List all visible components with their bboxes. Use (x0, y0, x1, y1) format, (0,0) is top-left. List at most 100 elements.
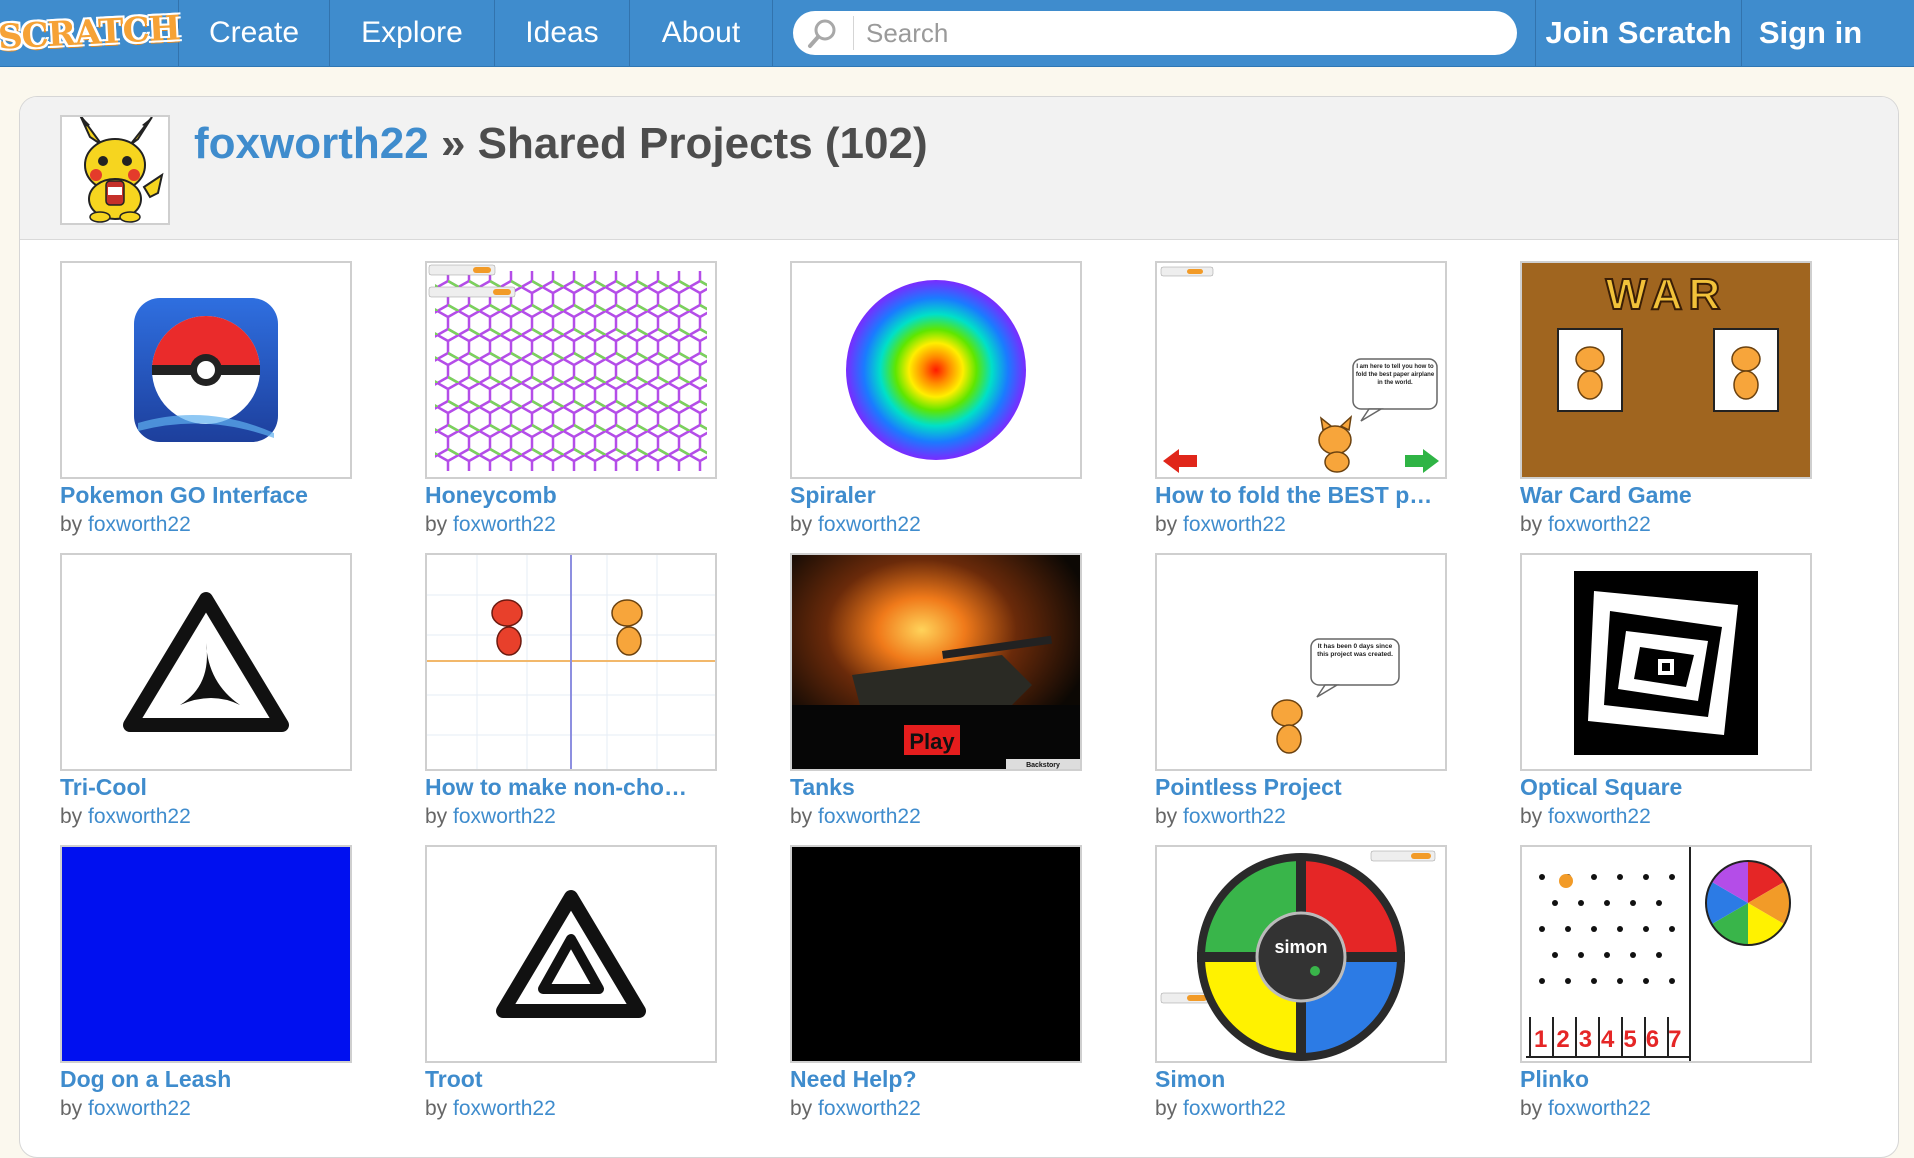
plinko-numbers-text: 1234567 (1534, 1026, 1690, 1053)
search-input[interactable] (864, 16, 1468, 50)
project-thumbnail[interactable]: I am here to tell you how to fold the be… (1155, 261, 1447, 479)
content-box: foxworth22 » Shared Projects (102) Pokem… (19, 96, 1899, 1158)
project-thumbnail[interactable]: WAR (1520, 261, 1812, 479)
username-link[interactable]: foxworth22 (194, 119, 429, 168)
by-label: by (1520, 1097, 1543, 1120)
project-title-link[interactable]: Optical Square (1520, 774, 1812, 801)
by-label: by (1520, 513, 1543, 536)
project-thumbnail[interactable] (60, 553, 352, 771)
owner-link[interactable]: foxworth22 (818, 1097, 921, 1120)
search-box[interactable] (793, 11, 1517, 55)
project-thumbnail[interactable]: 1234567 (1520, 845, 1812, 1063)
nav-create[interactable]: Create (179, 0, 330, 66)
project-title-link[interactable]: Honeycomb (425, 482, 717, 509)
project-thumbnail[interactable]: It has been 0 days since this project wa… (1155, 553, 1447, 771)
project-title-link[interactable]: Tri-Cool (60, 774, 352, 801)
project-thumbnail[interactable]: Play Backstory (790, 553, 1082, 771)
sign-in-link[interactable]: Sign in (1742, 0, 1879, 66)
owner-link[interactable]: foxworth22 (88, 513, 191, 536)
project-thumbnail[interactable] (60, 845, 352, 1063)
project-card: simon Simon by foxworth22 (1155, 845, 1447, 1121)
project-title-link[interactable]: How to make non-cho… (425, 774, 717, 801)
project-thumbnail[interactable] (790, 845, 1082, 1063)
project-thumbnail[interactable] (425, 261, 717, 479)
project-card: Optical Square by foxworth22 (1520, 553, 1812, 829)
section-title: Shared Projects (102) (477, 119, 928, 168)
owner-link[interactable]: foxworth22 (818, 513, 921, 536)
project-thumbnail[interactable]: simon (1155, 845, 1447, 1063)
project-title-link[interactable]: Need Help? (790, 1066, 1082, 1093)
by-label: by (790, 1097, 813, 1120)
user-avatar[interactable] (60, 114, 170, 225)
title-separator: » (440, 119, 466, 168)
project-byline: by foxworth22 (425, 805, 717, 829)
join-scratch-link[interactable]: Join Scratch (1536, 0, 1742, 66)
project-byline: by foxworth22 (1520, 1097, 1812, 1121)
project-byline: by foxworth22 (425, 1097, 717, 1121)
by-label: by (60, 1097, 83, 1120)
project-card: How to make non-cho… by foxworth22 (425, 553, 717, 829)
tanks-backstory-text: Backstory (1026, 762, 1060, 769)
project-card: Need Help? by foxworth22 (790, 845, 1082, 1121)
by-label: by (60, 805, 83, 828)
project-thumbnail[interactable] (425, 845, 717, 1063)
project-byline: by foxworth22 (1155, 1097, 1447, 1121)
search-icon (807, 13, 847, 53)
owner-link[interactable]: foxworth22 (453, 513, 556, 536)
by-label: by (1155, 513, 1178, 536)
project-title-link[interactable]: Tanks (790, 774, 1082, 801)
project-card: Spiraler by foxworth22 (790, 261, 1082, 537)
pointless-speech-text: It has been 0 days since this project wa… (1317, 643, 1393, 658)
by-label: by (425, 1097, 448, 1120)
paper-speech-text: I am here to tell you how to fold the be… (1355, 364, 1435, 386)
by-label: by (425, 805, 448, 828)
owner-link[interactable]: foxworth22 (1548, 513, 1651, 536)
project-byline: by foxworth22 (1155, 513, 1447, 537)
project-title-link[interactable]: How to fold the BEST p… (1155, 482, 1447, 509)
project-title-link[interactable]: Simon (1155, 1066, 1447, 1093)
project-title-link[interactable]: War Card Game (1520, 482, 1812, 509)
project-thumbnail[interactable] (1520, 553, 1812, 771)
project-byline: by foxworth22 (425, 513, 717, 537)
box-header: foxworth22 » Shared Projects (102) (20, 97, 1898, 240)
project-byline: by foxworth22 (790, 1097, 1082, 1121)
owner-link[interactable]: foxworth22 (453, 1097, 556, 1120)
owner-link[interactable]: foxworth22 (1183, 1097, 1286, 1120)
project-title-link[interactable]: Pokemon GO Interface (60, 482, 352, 509)
account-nav: Join Scratch Sign in (1536, 0, 1879, 66)
owner-link[interactable]: foxworth22 (1548, 1097, 1651, 1120)
owner-link[interactable]: foxworth22 (818, 805, 921, 828)
nav-explore[interactable]: Explore (330, 0, 495, 66)
project-title-link[interactable]: Dog on a Leash (60, 1066, 352, 1093)
project-thumbnail[interactable] (790, 261, 1082, 479)
nav-about[interactable]: About (630, 0, 773, 66)
project-title-link[interactable]: Plinko (1520, 1066, 1812, 1093)
project-card: It has been 0 days since this project wa… (1155, 553, 1447, 829)
scratch-logo[interactable]: SCRATCH (0, 0, 181, 66)
project-card: Dog on a Leash by foxworth22 (60, 845, 352, 1121)
project-card: Play Backstory Tanks by foxworth22 (790, 553, 1082, 829)
owner-link[interactable]: foxworth22 (88, 1097, 191, 1120)
project-card: I am here to tell you how to fold the be… (1155, 261, 1447, 537)
project-byline: by foxworth22 (1520, 805, 1812, 829)
war-title-text: WAR (1606, 270, 1727, 319)
owner-link[interactable]: foxworth22 (1548, 805, 1651, 828)
by-label: by (60, 513, 83, 536)
owner-link[interactable]: foxworth22 (1183, 513, 1286, 536)
project-card: 1234567 Plinko by foxworth22 (1520, 845, 1812, 1121)
search-area (773, 0, 1536, 66)
top-nav-bar: SCRATCH Create Explore Ideas About Join … (0, 0, 1914, 66)
by-label: by (1520, 805, 1543, 828)
project-title-link[interactable]: Pointless Project (1155, 774, 1447, 801)
owner-link[interactable]: foxworth22 (453, 805, 556, 828)
project-title-link[interactable]: Troot (425, 1066, 717, 1093)
owner-link[interactable]: foxworth22 (88, 805, 191, 828)
project-card: Troot by foxworth22 (425, 845, 717, 1121)
page-title: foxworth22 » Shared Projects (102) (194, 119, 928, 169)
project-thumbnail[interactable] (425, 553, 717, 771)
owner-link[interactable]: foxworth22 (1183, 805, 1286, 828)
project-title-link[interactable]: Spiraler (790, 482, 1082, 509)
project-thumbnail[interactable] (60, 261, 352, 479)
project-byline: by foxworth22 (1155, 805, 1447, 829)
nav-ideas[interactable]: Ideas (495, 0, 630, 66)
